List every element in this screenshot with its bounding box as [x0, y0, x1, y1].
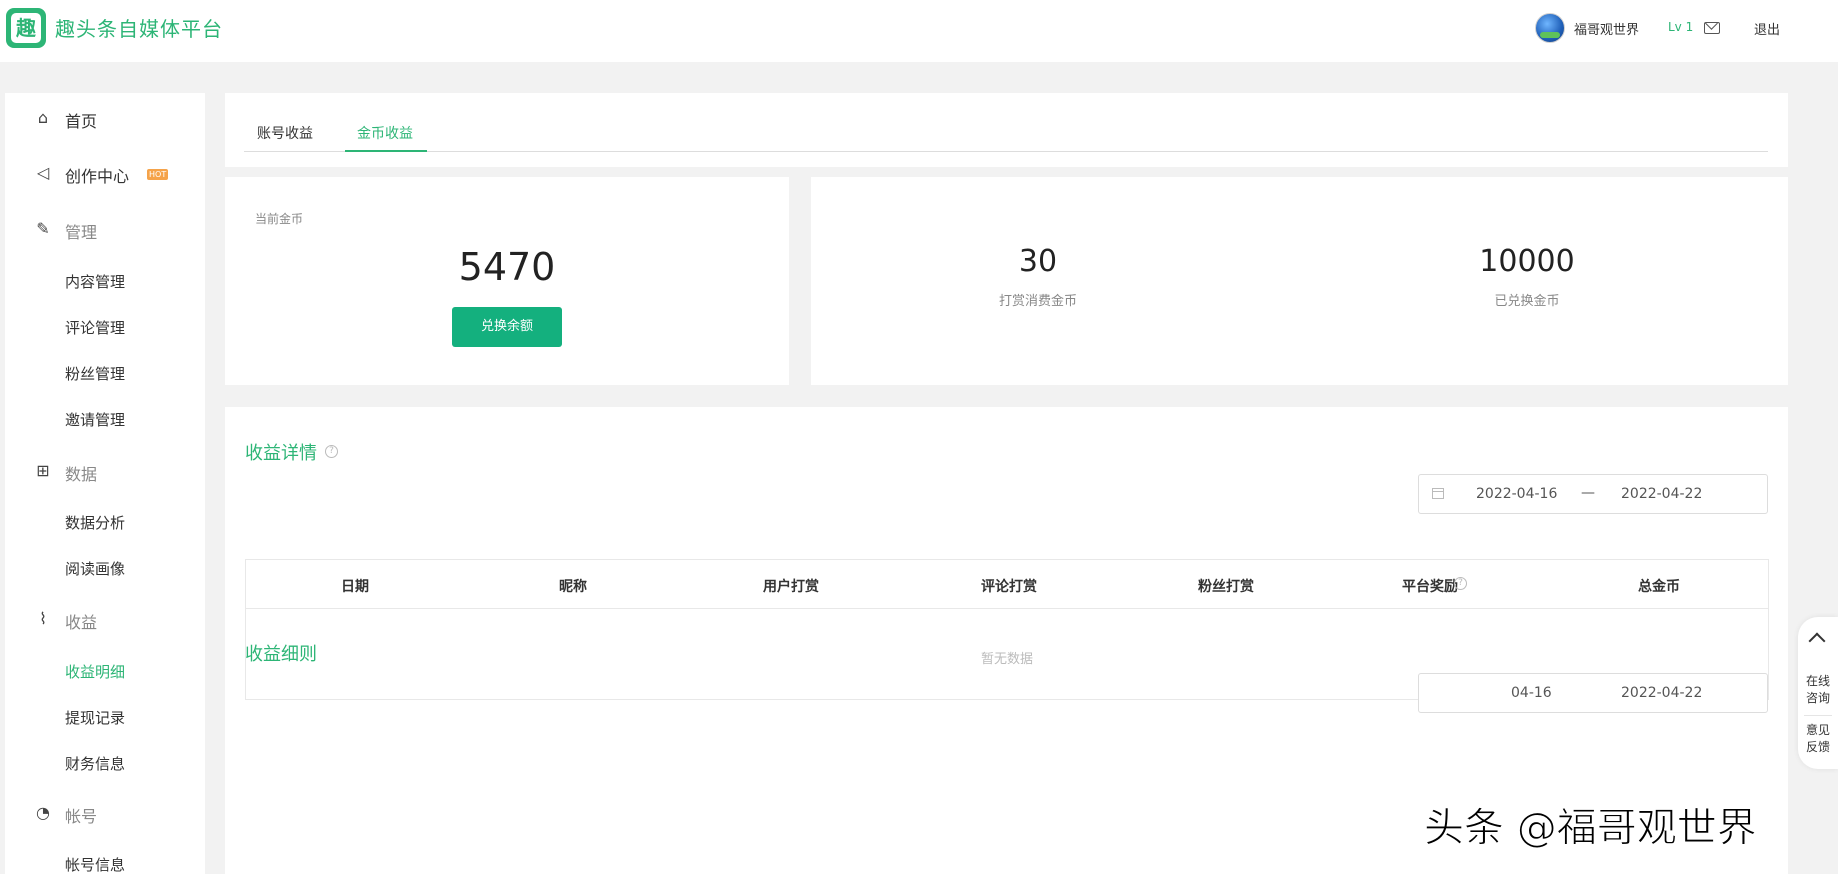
empty-state: 暂无数据	[980, 652, 1033, 667]
sidebar-item-label: 邀请管理	[65, 411, 126, 429]
col-date: 日期	[341, 579, 369, 595]
sidebar-item-label: 收益明细	[65, 663, 126, 681]
tabs-card: 账号收益 金币收益	[225, 93, 1788, 167]
calendar-icon	[1432, 488, 1444, 499]
sidebar-group-account[interactable]: ◔ 帐号	[5, 796, 205, 832]
sidebar: ⌂ 首页 ◁ 创作中心 HOT ✎ 管理 内容管理 评论管理 粉丝管理 邀请管理…	[5, 93, 205, 874]
col-nickname: 昵称	[559, 579, 587, 595]
sidebar-item-label: 帐号信息	[65, 856, 126, 874]
divider	[1804, 715, 1832, 716]
sidebar-item-income-detail[interactable]: 收益明细	[5, 656, 205, 686]
sidebar-item-label: 创作中心	[65, 167, 130, 186]
piggy-bank-icon: ◔	[36, 803, 50, 822]
table-header: 日期 昵称 用户打赏 评论打赏 粉丝打赏 平台奖励 ? 总金币	[246, 560, 1768, 609]
online-consult-button[interactable]: 在线 咨询	[1798, 673, 1838, 707]
back-to-top-icon[interactable]	[1808, 632, 1826, 650]
sidebar-item-portrait[interactable]: 阅读画像	[5, 553, 205, 583]
rules-date-range-picker[interactable]: 04-16 2022-04-22	[1418, 673, 1768, 713]
sidebar-item-label: 首页	[65, 112, 98, 131]
brand-title[interactable]: 趣头条自媒体平台	[55, 13, 223, 42]
exchange-balance-button[interactable]: 兑换余额	[452, 307, 562, 347]
date-end[interactable]: 2022-04-22	[1621, 685, 1702, 701]
logo[interactable]: 趣	[6, 8, 46, 48]
sidebar-item-invite[interactable]: 邀请管理	[5, 404, 205, 434]
sidebar-group-data[interactable]: ⊞ 数据	[5, 454, 205, 490]
sidebar-item-label: 财务信息	[65, 755, 126, 773]
sidebar-item-analysis[interactable]: 数据分析	[5, 507, 205, 537]
sidebar-group-label: 管理	[65, 223, 98, 242]
sidebar-item-finance[interactable]: 财务信息	[5, 748, 205, 778]
date-end[interactable]: 2022-04-22	[1621, 486, 1702, 502]
coin-stats-card: 30 打赏消费金币 10000 已兑换金币	[811, 177, 1788, 385]
col-comment-reward: 评论打赏	[981, 579, 1037, 595]
help-icon[interactable]: ?	[325, 445, 338, 458]
feedback-button[interactable]: 意见 反馈	[1798, 722, 1838, 756]
logo-icon: 趣	[11, 13, 41, 43]
date-separator: —	[1581, 485, 1595, 501]
date-range-picker[interactable]: 2022-04-16 — 2022-04-22	[1418, 474, 1768, 514]
sidebar-group-label: 帐号	[65, 807, 98, 826]
watermark: 头条 @福哥观世界	[1424, 805, 1758, 852]
chart-icon: ⌇	[39, 609, 47, 628]
help-icon[interactable]: ?	[1454, 577, 1467, 590]
exchanged-label: 已兑换金币	[1494, 294, 1560, 309]
sidebar-group-income[interactable]: ⌇ 收益	[5, 602, 205, 638]
top-header: 趣 趣头条自媒体平台 福哥观世界 Lv 1 退出	[0, 0, 1838, 62]
level-badge: Lv 1	[1668, 20, 1694, 34]
sidebar-group-label: 数据	[65, 465, 98, 484]
tab-account-income[interactable]: 账号收益	[257, 123, 313, 143]
tab-coin-income[interactable]: 金币收益	[357, 123, 413, 143]
sidebar-item-create[interactable]: ◁ 创作中心 HOT	[5, 156, 205, 192]
tab-active-indicator	[345, 150, 427, 152]
current-coins-label: 当前金币	[255, 212, 304, 226]
hot-badge: HOT	[147, 169, 169, 180]
sidebar-item-label: 阅读画像	[65, 560, 126, 578]
send-icon: ◁	[36, 163, 50, 182]
sidebar-item-label: 粉丝管理	[65, 365, 126, 383]
date-start[interactable]: 04-16	[1511, 685, 1552, 701]
col-platform-reward: 平台奖励	[1402, 579, 1458, 595]
sidebar-item-comments[interactable]: 评论管理	[5, 312, 205, 342]
sidebar-group-label: 收益	[65, 613, 98, 632]
col-fan-reward: 粉丝打赏	[1198, 579, 1254, 595]
sidebar-item-home[interactable]: ⌂ 首页	[5, 101, 205, 137]
edit-icon: ✎	[36, 219, 50, 238]
exchanged-value: 10000	[1479, 244, 1575, 279]
income-detail-title: 收益详情	[245, 443, 317, 464]
reward-spent-value: 30	[1018, 244, 1058, 279]
sidebar-item-fans[interactable]: 粉丝管理	[5, 358, 205, 388]
reward-spent-label: 打赏消费金币	[998, 294, 1077, 309]
avatar[interactable]	[1535, 13, 1565, 43]
sidebar-item-label: 评论管理	[65, 319, 126, 337]
home-icon: ⌂	[37, 108, 49, 127]
sidebar-item-label: 内容管理	[65, 273, 126, 291]
sidebar-item-account-info[interactable]: 帐号信息	[5, 849, 205, 874]
sidebar-item-label: 提现记录	[65, 709, 126, 727]
sidebar-item-withdraw[interactable]: 提现记录	[5, 702, 205, 732]
logout-link[interactable]: 退出	[1754, 19, 1780, 38]
current-coins-card: 当前金币 5470 兑换余额	[225, 177, 789, 385]
floating-help-panel: 在线 咨询 意见 反馈	[1798, 617, 1838, 769]
date-start[interactable]: 2022-04-16	[1476, 486, 1557, 502]
sidebar-item-content[interactable]: 内容管理	[5, 266, 205, 296]
col-user-reward: 用户打赏	[763, 579, 819, 595]
mail-icon[interactable]	[1704, 22, 1720, 34]
col-total-coins: 总金币	[1638, 579, 1680, 595]
grid-icon: ⊞	[36, 461, 50, 480]
sidebar-item-label: 数据分析	[65, 514, 126, 532]
tab-divider	[244, 151, 1768, 152]
sidebar-group-manage[interactable]: ✎ 管理	[5, 212, 205, 248]
income-rules-title: 收益细则	[245, 644, 317, 665]
current-coins-value: 5470	[458, 245, 556, 289]
username[interactable]: 福哥观世界	[1574, 19, 1639, 38]
